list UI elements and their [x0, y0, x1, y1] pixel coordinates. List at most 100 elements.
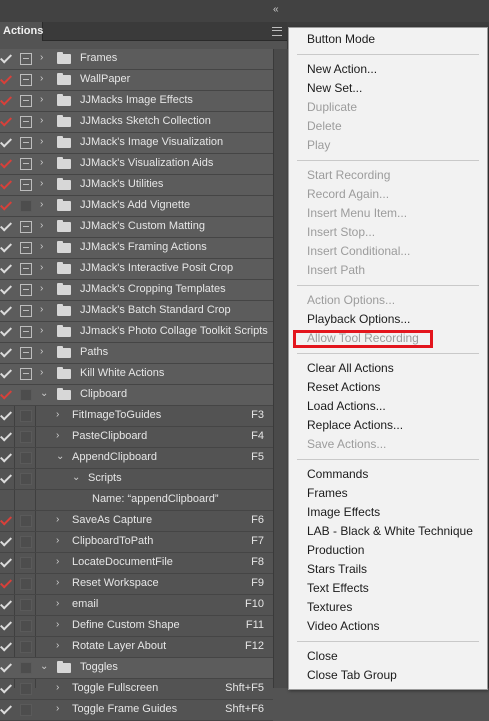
menu-item-video-actions[interactable]: Video Actions	[307, 617, 380, 636]
action-row[interactable]: › PasteClipboard F4	[0, 427, 273, 448]
toggle-dialog-icon[interactable]	[20, 683, 32, 695]
toggle-dialog-icon[interactable]	[20, 704, 32, 716]
chevron-right-icon[interactable]: ›	[40, 200, 50, 210]
toggle-item-checkmark-icon[interactable]	[1, 703, 11, 715]
action-row[interactable]: Name: “appendClipboard”	[0, 490, 273, 511]
toggle-item-checkmark-icon[interactable]	[1, 304, 11, 316]
action-row[interactable]: ⌄ Scripts	[0, 469, 273, 490]
menu-item-new-action[interactable]: New Action...	[307, 60, 377, 79]
action-row[interactable]: › FitImageToGuides F3	[0, 406, 273, 427]
menu-item-commands[interactable]: Commands	[307, 465, 368, 484]
action-row[interactable]: › SaveAs Capture F6	[0, 511, 273, 532]
toggle-dialog-icon[interactable]	[20, 158, 32, 170]
chevron-right-icon[interactable]: ›	[56, 599, 66, 609]
toggle-item-checkmark-icon[interactable]	[1, 178, 11, 190]
toggle-dialog-icon[interactable]	[20, 74, 32, 86]
toggle-item-checkmark-icon[interactable]	[1, 682, 11, 694]
chevron-right-icon[interactable]: ›	[56, 683, 66, 693]
toggle-item-checkmark-icon[interactable]	[1, 535, 11, 547]
toggle-item-checkmark-icon[interactable]	[1, 73, 11, 85]
toggle-dialog-icon[interactable]	[20, 473, 32, 485]
action-set-row[interactable]: ⌄ Toggles	[0, 658, 273, 679]
action-row[interactable]: › email F10	[0, 595, 273, 616]
toggle-item-checkmark-icon[interactable]	[1, 157, 11, 169]
toggle-item-checkmark-icon[interactable]	[1, 556, 11, 568]
toggle-item-checkmark-icon[interactable]	[1, 262, 11, 274]
chevron-right-icon[interactable]: ›	[40, 368, 50, 378]
action-set-row[interactable]: › JJmack's Photo Collage Toolkit Scripts	[0, 322, 273, 343]
chevron-right-icon[interactable]: ›	[56, 557, 66, 567]
toggle-item-checkmark-icon[interactable]	[1, 367, 11, 379]
toggle-item-checkmark-icon[interactable]	[1, 115, 11, 127]
toggle-item-checkmark-icon[interactable]	[1, 661, 11, 673]
toggle-dialog-icon[interactable]	[20, 410, 32, 422]
action-set-row[interactable]: › JJMack's Utilities	[0, 175, 273, 196]
menu-item-lab-black-white-technique[interactable]: LAB - Black & White Technique	[307, 522, 473, 541]
toggle-item-checkmark-icon[interactable]	[1, 451, 11, 463]
action-row[interactable]: › ClipboardToPath F7	[0, 532, 273, 553]
action-set-row[interactable]: › JJMacks Sketch Collection	[0, 112, 273, 133]
chevron-right-icon[interactable]: ›	[56, 536, 66, 546]
menu-item-clear-all-actions[interactable]: Clear All Actions	[307, 359, 394, 378]
action-set-row[interactable]: › JJMack's Cropping Templates	[0, 280, 273, 301]
chevron-right-icon[interactable]: ›	[40, 95, 50, 105]
toggle-item-checkmark-icon[interactable]	[1, 388, 11, 400]
menu-item-close[interactable]: Close	[307, 647, 338, 666]
collapse-panels-icon[interactable]: «	[273, 4, 279, 15]
toggle-dialog-icon[interactable]	[20, 200, 32, 212]
chevron-right-icon[interactable]: ›	[40, 221, 50, 231]
toggle-dialog-icon[interactable]	[20, 95, 32, 107]
toggle-item-checkmark-icon[interactable]	[1, 346, 11, 358]
chevron-right-icon[interactable]: ›	[40, 74, 50, 84]
toggle-dialog-icon[interactable]	[20, 179, 32, 191]
menu-item-textures[interactable]: Textures	[307, 598, 352, 617]
chevron-right-icon[interactable]: ›	[40, 284, 50, 294]
chevron-right-icon[interactable]: ›	[56, 410, 66, 420]
menu-item-close-tab-group[interactable]: Close Tab Group	[307, 666, 397, 685]
toggle-dialog-icon[interactable]	[20, 242, 32, 254]
chevron-right-icon[interactable]: ›	[56, 578, 66, 588]
toggle-item-checkmark-icon[interactable]	[1, 199, 11, 211]
action-set-row[interactable]: › JJMack's Custom Matting	[0, 217, 273, 238]
toggle-item-checkmark-icon[interactable]	[1, 430, 11, 442]
toggle-dialog-icon[interactable]	[20, 557, 32, 569]
chevron-down-icon[interactable]: ⌄	[56, 452, 66, 462]
tab-actions[interactable]: Actions	[0, 22, 43, 41]
chevron-right-icon[interactable]: ›	[56, 620, 66, 630]
chevron-right-icon[interactable]: ›	[40, 53, 50, 63]
action-set-row[interactable]: › Kill White Actions	[0, 364, 273, 385]
toggle-item-checkmark-icon[interactable]	[1, 619, 11, 631]
toggle-dialog-icon[interactable]	[20, 53, 32, 65]
toggle-dialog-icon[interactable]	[20, 284, 32, 296]
toggle-item-checkmark-icon[interactable]	[1, 52, 11, 64]
menu-item-button-mode[interactable]: Button Mode	[307, 30, 375, 49]
chevron-right-icon[interactable]: ›	[40, 263, 50, 273]
action-set-row[interactable]: › JJMack's Framing Actions	[0, 238, 273, 259]
toggle-item-checkmark-icon[interactable]	[1, 136, 11, 148]
action-set-row[interactable]: › JJMack's Image Visualization	[0, 133, 273, 154]
chevron-right-icon[interactable]: ›	[56, 431, 66, 441]
toggle-dialog-icon[interactable]	[20, 347, 32, 359]
chevron-right-icon[interactable]: ›	[40, 347, 50, 357]
toggle-item-checkmark-icon[interactable]	[1, 472, 11, 484]
action-row[interactable]: › Rotate Layer About F12	[0, 637, 273, 658]
toggle-dialog-icon[interactable]	[20, 263, 32, 275]
panel-menu-icon[interactable]	[272, 27, 282, 36]
toggle-dialog-icon[interactable]	[20, 641, 32, 653]
toggle-dialog-icon[interactable]	[20, 389, 32, 401]
action-set-row[interactable]: › JJMack's Visualization Aids	[0, 154, 273, 175]
chevron-right-icon[interactable]: ›	[40, 137, 50, 147]
chevron-right-icon[interactable]: ›	[40, 179, 50, 189]
action-row[interactable]: ⌄ AppendClipboard F5	[0, 448, 273, 469]
action-set-row[interactable]: › Paths	[0, 343, 273, 364]
action-set-row[interactable]: › JJMacks Image Effects	[0, 91, 273, 112]
action-row[interactable]: › Define Custom Shape F11	[0, 616, 273, 637]
menu-item-frames[interactable]: Frames	[307, 484, 348, 503]
action-row[interactable]: › Toggle Fullscreen Shft+F5	[0, 679, 273, 700]
action-row[interactable]: › Toggle Frame Guides Shft+F6	[0, 700, 273, 721]
menu-item-replace-actions[interactable]: Replace Actions...	[307, 416, 403, 435]
toggle-dialog-icon[interactable]	[20, 620, 32, 632]
chevron-down-icon[interactable]: ⌄	[72, 473, 82, 483]
toggle-item-checkmark-icon[interactable]	[1, 220, 11, 232]
chevron-right-icon[interactable]: ›	[56, 704, 66, 714]
